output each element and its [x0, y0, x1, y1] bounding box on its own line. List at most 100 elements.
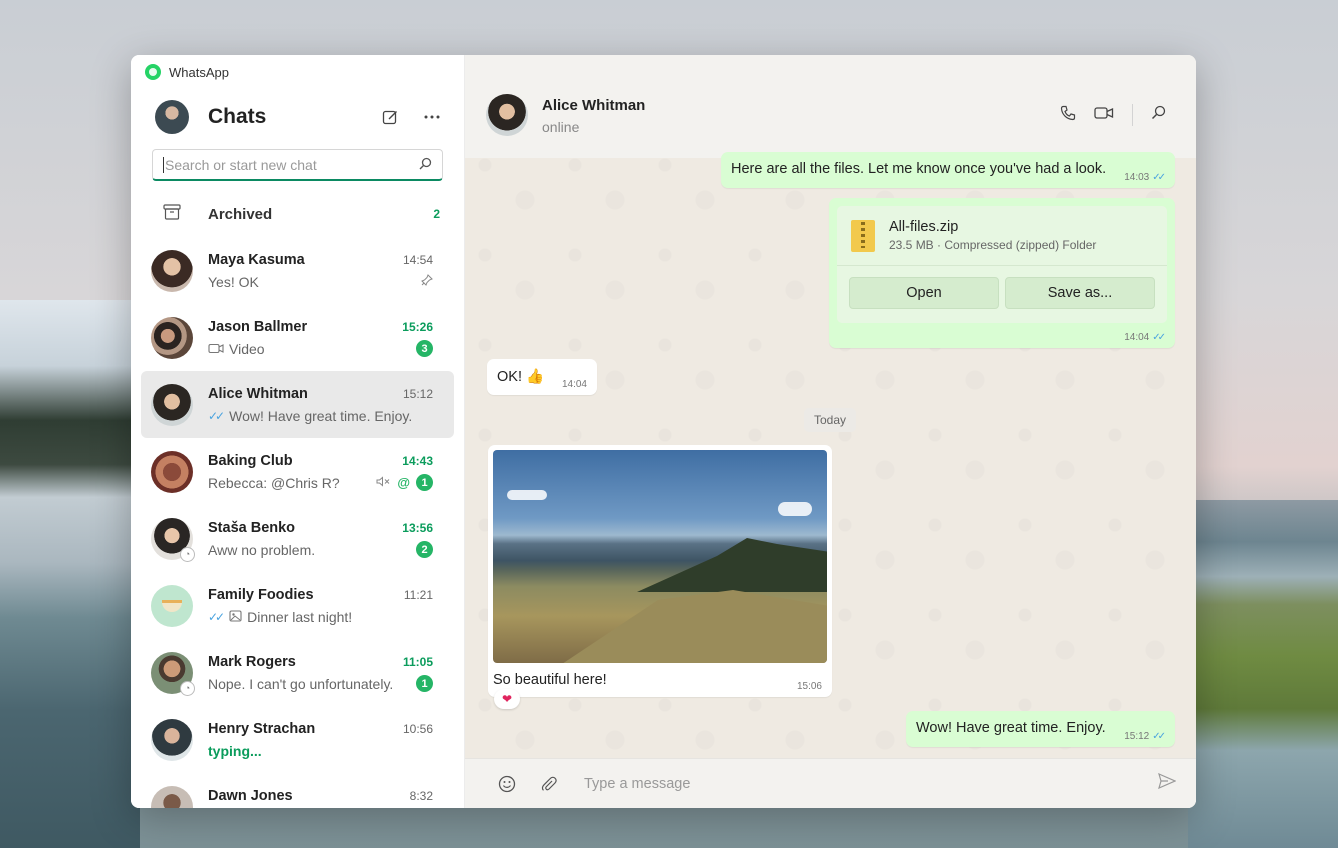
chat-time: 15:12 [402, 386, 433, 401]
hill [637, 538, 827, 592]
cloud [507, 490, 547, 500]
read-ticks-icon: ✓✓ [1152, 172, 1166, 183]
avatar: ◔ [151, 651, 195, 696]
message-time: 14:03 [1124, 172, 1150, 183]
message-outgoing[interactable]: Here are all the files. Let me know once… [721, 152, 1175, 188]
message-text: OK! 👍 [497, 369, 545, 385]
chat-item-baking-club[interactable]: Baking Club 14:43 Rebecca: @Chris R? @ 1 [141, 438, 454, 505]
chat-preview-text: Wow! Have great time. Enjoy. [229, 407, 413, 424]
unread-badge: 2 [416, 541, 433, 558]
chat-name: Alice Whitman [208, 385, 308, 402]
chat-item-alice-whitman[interactable]: Alice Whitman 15:12 ✓✓ Wow! Have great tim… [141, 371, 454, 438]
save-as-button[interactable]: Save as... [1005, 277, 1155, 309]
chat-time: 10:56 [402, 721, 433, 736]
status-icon: ◔ [180, 546, 195, 562]
chat-item-henry-strachan[interactable]: Henry Strachan 10:56 typing... [141, 706, 454, 773]
avatar [151, 785, 193, 808]
heart-reaction-icon[interactable]: ❤ [494, 689, 520, 709]
avatar: ◔ [151, 517, 195, 562]
chat-time: 15:26 [402, 319, 433, 334]
status-icon: ◔ [180, 680, 195, 696]
bowl-icon [162, 599, 182, 612]
wallpaper-right [1188, 500, 1338, 848]
contact-info[interactable]: Alice Whitman online [542, 94, 1060, 135]
chat-item-maya-kasuma[interactable]: Maya Kasuma 14:54 Yes! OK [141, 237, 454, 304]
message-file-attachment: All-files.zip 23.5 MB · Compressed (zipp… [829, 198, 1175, 348]
chat-name: Family Foodies [208, 586, 314, 603]
chat-preview: Yes! OK [208, 273, 259, 290]
profile-avatar[interactable] [155, 100, 189, 134]
message-text: Wow! Have great time. Enjoy. [916, 720, 1106, 736]
search-input[interactable]: Search or start new chat [152, 149, 443, 181]
muted-icon [376, 475, 391, 490]
video-icon [208, 341, 224, 357]
send-icon[interactable] [1158, 772, 1177, 794]
message-time: 15:06 [796, 681, 822, 692]
message-time: 14:04 [561, 379, 587, 390]
chat-item-family-foodies[interactable]: Family Foodies 11:21 ✓✓ Dinner last night! [141, 572, 454, 639]
chat-item-jason-ballmer[interactable]: Jason Ballmer 15:26 Video 3 [141, 304, 454, 371]
unread-badge: 1 [416, 474, 433, 491]
chat-preview: Rebecca: @Chris R? [208, 474, 340, 491]
mountain-photo[interactable] [493, 450, 827, 663]
read-ticks-icon: ✓✓ [208, 609, 225, 624]
avatar [151, 383, 193, 426]
chat-time: 11:05 [402, 654, 433, 669]
avatar [151, 718, 193, 761]
unread-badge: 3 [416, 340, 433, 357]
archived-label: Archived [208, 205, 273, 223]
chat-sidebar: WhatsApp Chats Search or start new chat … [131, 55, 465, 808]
message-outgoing[interactable]: Wow! Have great time. Enjoy. 15:12 ✓✓ [906, 711, 1175, 747]
typing-indicator: typing... [208, 742, 262, 759]
chat-preview: Video [208, 341, 416, 357]
cloud [778, 502, 812, 516]
chat-list: Maya Kasuma 14:54 Yes! OK Jason Ballmer 15… [131, 237, 464, 808]
attach-icon[interactable] [539, 774, 559, 794]
chat-time: 8:32 [409, 788, 433, 803]
voice-call-icon[interactable] [1060, 105, 1076, 126]
chat-name: Maya Kasuma [208, 251, 305, 268]
search-icon [419, 157, 432, 173]
avatar [151, 450, 193, 493]
chats-header: Chats [131, 89, 464, 145]
chat-preview: ✓✓ Dinner last night! [208, 609, 433, 625]
contact-status: online [542, 119, 580, 135]
video-call-icon[interactable] [1094, 106, 1114, 125]
whatsapp-window: WhatsApp Chats Search or start new chat … [131, 55, 1196, 808]
message-input[interactable]: Type a message [584, 776, 1158, 792]
chat-time: 11:21 [403, 587, 433, 602]
file-name: All-files.zip [889, 219, 959, 235]
title-bar: WhatsApp [131, 55, 464, 89]
chat-name: Baking Club [208, 452, 293, 469]
message-incoming[interactable]: OK! 👍 14:04 [487, 359, 597, 395]
chat-preview-text: Video [229, 340, 265, 357]
contact-avatar[interactable] [486, 94, 528, 136]
chat-name: Mark Rogers [208, 653, 296, 670]
conversation-pane: — ☐ ✕ Alice Whitman online Here are all … [465, 55, 1196, 808]
date-divider: Today [804, 408, 856, 432]
emoji-icon[interactable] [497, 774, 517, 794]
read-ticks-icon: ✓✓ [208, 408, 225, 423]
chat-item-mark-rogers[interactable]: ◔ Mark Rogers 11:05 Nope. I can't go unfo… [141, 639, 454, 706]
avatar [151, 584, 193, 627]
chat-name: Henry Strachan [208, 720, 316, 737]
message-photo[interactable]: So beautiful here! 15:06 ❤ [488, 445, 832, 709]
chat-item-stasa-benko[interactable]: ◔ Staša Benko 13:56 Aww no problem. 2 [141, 505, 454, 572]
message-time: 14:04 [1124, 332, 1150, 343]
read-ticks-icon: ✓✓ [1152, 332, 1166, 343]
chat-preview: ✓✓ Wow! Have great time. Enjoy. [208, 408, 433, 424]
chat-time: 14:43 [402, 453, 433, 468]
zip-file-icon [851, 219, 875, 252]
unread-badge: 1 [416, 675, 433, 692]
pin-icon [421, 274, 433, 289]
archived-row[interactable]: Archived 2 [131, 195, 464, 233]
chat-preview: Aww no problem. [208, 541, 316, 558]
file-card: All-files.zip 23.5 MB · Compressed (zipp… [837, 206, 1167, 323]
search-placeholder: Search or start new chat [163, 156, 419, 173]
chat-item-dawn-jones[interactable]: Dawn Jones 8:32 [141, 773, 454, 808]
search-icon[interactable] [1151, 105, 1166, 125]
wallpaper-left [0, 300, 140, 848]
new-chat-icon[interactable] [378, 105, 402, 129]
more-options-icon[interactable] [420, 105, 444, 129]
open-file-button[interactable]: Open [849, 277, 999, 309]
